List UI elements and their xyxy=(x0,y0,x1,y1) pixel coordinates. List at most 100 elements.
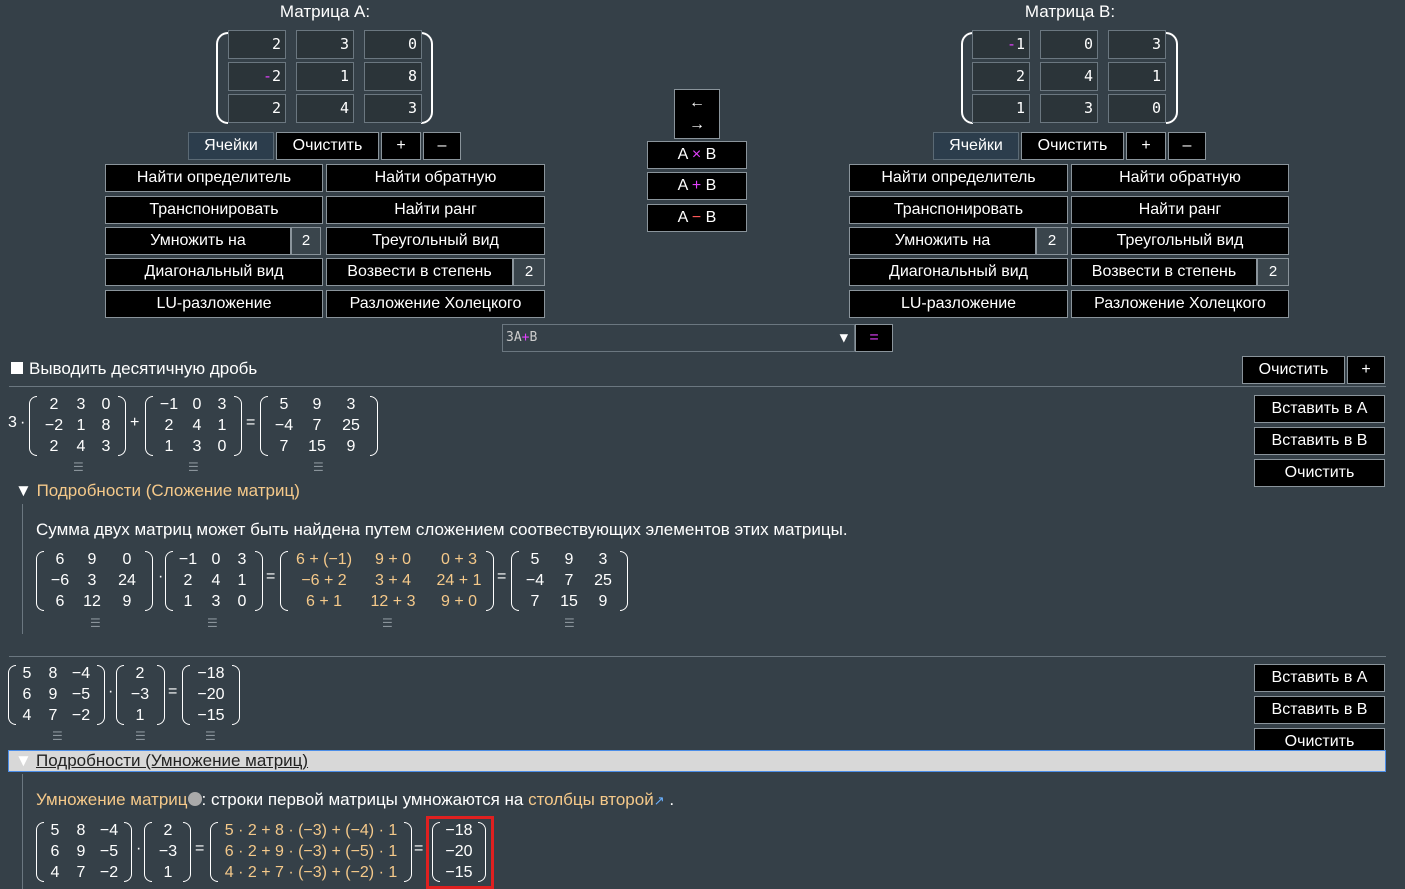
menu-icon[interactable]: ☰ xyxy=(205,729,216,743)
matrix-a-multiply-button[interactable]: Умножить на xyxy=(105,227,291,255)
label: A xyxy=(677,177,692,194)
menu-icon[interactable]: ☰ xyxy=(207,616,218,630)
matrix-a-cell[interactable]: 8 xyxy=(364,62,422,91)
paren xyxy=(36,551,44,611)
matrix-a-cell[interactable]: -2 xyxy=(228,62,286,91)
swap-matrices-button[interactable]: ← → xyxy=(674,89,720,139)
matrix-cell: 1 xyxy=(183,593,193,610)
menu-icon[interactable]: ☰ xyxy=(313,460,324,474)
menu-icon[interactable]: ☰ xyxy=(564,616,575,630)
matrix-a-rank-button[interactable]: Найти ранг xyxy=(326,196,545,224)
matrix-a-inverse-button[interactable]: Найти обратную xyxy=(326,164,545,192)
matrix-a-cell[interactable]: 1 xyxy=(296,62,354,91)
matrix-b-inverse-button[interactable]: Найти обратную xyxy=(1071,164,1289,192)
menu-icon[interactable]: ☰ xyxy=(188,460,199,474)
matrix-cell: 9 + 0 xyxy=(440,593,478,610)
matrix-a-determinant-button[interactable]: Найти определитель xyxy=(105,164,323,192)
details-addition-toggle[interactable]: ▼ Подробности (Сложение матриц) xyxy=(15,481,300,501)
matrix-b-determinant-button[interactable]: Найти определитель xyxy=(849,164,1068,192)
matrix-b-lu-button[interactable]: LU-разложение xyxy=(849,290,1068,318)
matrix-b-cholesky-button[interactable]: Разложение Холецкого xyxy=(1071,290,1289,318)
matrix-a-diagonal-button[interactable]: Диагональный вид xyxy=(105,258,323,286)
matrix-a-power-button[interactable]: Возвести в степень xyxy=(326,258,513,286)
matrix-a-cell[interactable]: 0 xyxy=(364,30,422,59)
matrix-cell: 25 xyxy=(594,572,612,589)
matrix-a-transpose-button[interactable]: Транспонировать xyxy=(105,196,323,224)
menu-icon[interactable]: ☰ xyxy=(135,729,146,743)
matrix-b-remove-button[interactable]: – xyxy=(1168,132,1206,160)
wiki-link[interactable]: Умножение матриц xyxy=(36,790,188,809)
matrix-a-cell[interactable]: 2 xyxy=(228,30,286,59)
menu-icon[interactable]: ☰ xyxy=(73,460,84,474)
matrix-a-cell[interactable]: 3 xyxy=(296,30,354,59)
multiply-ab-button[interactable]: A × B xyxy=(647,141,747,169)
matrix-b-cell[interactable]: 3 xyxy=(1108,30,1166,59)
matrix-b-transpose-button[interactable]: Транспонировать xyxy=(849,196,1068,224)
matrix-a-cholesky-button[interactable]: Разложение Холецкого xyxy=(326,290,545,318)
matrix-b-cell[interactable]: 0 xyxy=(1040,30,1098,59)
matrix-cell: −4 xyxy=(99,822,119,839)
result2-matrix-c: −18 −20 −15 xyxy=(190,663,232,726)
equals-operator: = xyxy=(195,840,205,857)
matrix-b-triangular-button[interactable]: Треугольный вид xyxy=(1071,227,1289,255)
matrix-a-triangular-button[interactable]: Треугольный вид xyxy=(326,227,545,255)
label: B xyxy=(701,209,717,226)
matrix-a-lu-button[interactable]: LU-разложение xyxy=(105,290,323,318)
matrix-b-power-button[interactable]: Возвести в степень xyxy=(1071,258,1257,286)
matrix-b-cell[interactable]: 0 xyxy=(1108,94,1166,123)
matrix-a-cell[interactable]: 2 xyxy=(228,94,286,123)
insert-into-a-button[interactable]: Вставить в A xyxy=(1254,664,1385,692)
history-add-button[interactable]: + xyxy=(1347,356,1385,384)
add-ab-button[interactable]: A + B xyxy=(647,172,747,200)
triangle-down-icon: ▼ xyxy=(15,481,37,500)
matrix-b-cells-button[interactable]: Ячейки xyxy=(933,132,1019,160)
evaluate-button[interactable]: = xyxy=(855,324,893,352)
paren xyxy=(165,551,173,611)
matrix-a-cells-button[interactable]: Ячейки xyxy=(188,132,274,160)
subtract-ab-button[interactable]: A − B xyxy=(647,204,747,232)
decimal-checkbox[interactable] xyxy=(11,362,23,374)
matrix-b-diagonal-button[interactable]: Диагональный вид xyxy=(849,258,1068,286)
details-multiplication-toggle[interactable]: ▼ Подробности (Умножение матриц) xyxy=(8,750,1386,772)
result1-matrix-a: 2 3 0 −2 1 8 2 4 3 xyxy=(40,394,118,457)
matrix-b-cell[interactable]: 4 xyxy=(1040,62,1098,91)
matrix-b-add-button[interactable]: + xyxy=(1126,132,1166,160)
plus-operator: + xyxy=(130,414,140,431)
menu-icon[interactable]: ☰ xyxy=(52,729,63,743)
history-clear-button[interactable]: Очистить xyxy=(1242,356,1345,384)
matrix-b-cell[interactable]: 2 xyxy=(972,62,1030,91)
insert-into-a-button[interactable]: Вставить в A xyxy=(1254,395,1385,423)
matrix-cell: 1 xyxy=(76,417,86,434)
matrix-a-cell[interactable]: 3 xyxy=(364,94,422,123)
matrix-cell: 6 xyxy=(22,686,32,703)
matrix-b-multiply-input[interactable]: 2 xyxy=(1036,227,1068,255)
insert-into-b-button[interactable]: Вставить в B xyxy=(1254,427,1385,455)
matrix-a-multiply-input[interactable]: 2 xyxy=(291,227,321,255)
matrix-cell: 4 xyxy=(22,707,32,724)
matrix-b-cell[interactable]: -1 xyxy=(972,30,1030,59)
matrix-b-cell[interactable]: 1 xyxy=(972,94,1030,123)
matrix-a-remove-button[interactable]: – xyxy=(423,132,461,160)
matrix-b-rank-button[interactable]: Найти ранг xyxy=(1071,196,1289,224)
matrix-a-power-input[interactable]: 2 xyxy=(513,258,545,286)
matrix-b-power-input[interactable]: 2 xyxy=(1257,258,1289,286)
matrix-b-multiply-button[interactable]: Умножить на xyxy=(849,227,1036,255)
matrix-cell: 9 xyxy=(346,438,356,455)
insert-into-b-button[interactable]: Вставить в B xyxy=(1254,696,1385,724)
matrix-cell: 7 xyxy=(564,572,574,589)
external-link[interactable]: столбцы второй xyxy=(528,790,654,809)
matrix-a-cell[interactable]: 4 xyxy=(296,94,354,123)
details-label: Подробности (Сложение матриц) xyxy=(36,481,300,500)
matrix-a-add-button[interactable]: + xyxy=(381,132,421,160)
details-matrix-2: −1 0 3 2 4 1 1 3 0 xyxy=(173,549,255,612)
matrix-a-clear-button[interactable]: Очистить xyxy=(276,132,379,160)
matrix-b-cell[interactable]: 1 xyxy=(1108,62,1166,91)
menu-icon[interactable]: ☰ xyxy=(382,616,393,630)
expression-select[interactable]: 3A+B ▼ xyxy=(502,324,855,352)
matrix-cell: 4 xyxy=(211,572,221,589)
matrix-cell: −4 xyxy=(71,665,91,682)
menu-icon[interactable]: ☰ xyxy=(90,616,101,630)
result-clear-button[interactable]: Очистить xyxy=(1254,459,1385,487)
matrix-b-cell[interactable]: 3 xyxy=(1040,94,1098,123)
matrix-b-clear-button[interactable]: Очистить xyxy=(1021,132,1124,160)
